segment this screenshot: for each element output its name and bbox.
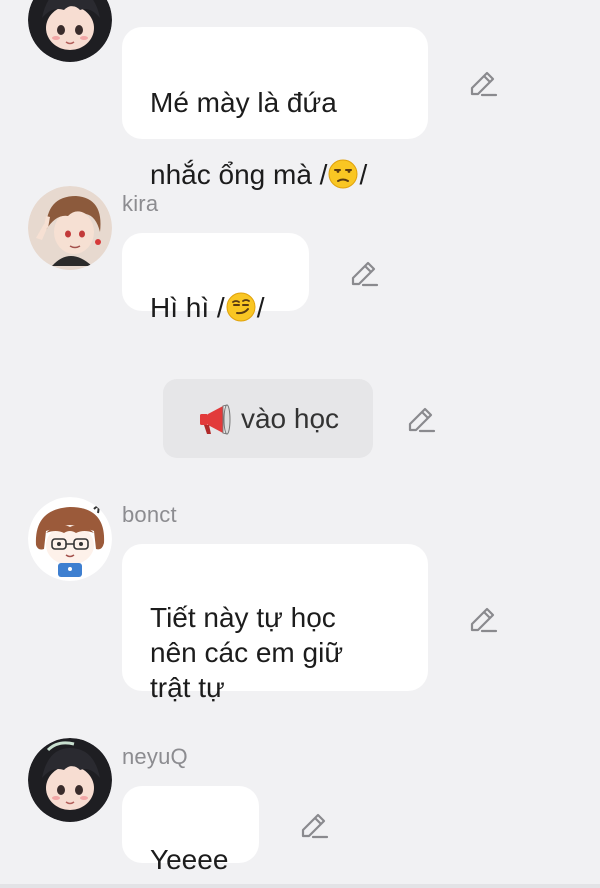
message-text-line-1: Mé mày là đứa — [150, 87, 337, 118]
pencil-edit-icon[interactable] — [349, 258, 379, 288]
message-text-line-2: nhắc ổng mà / — [150, 159, 328, 190]
sender-name: bonct — [122, 502, 177, 527]
megaphone-icon — [199, 403, 231, 435]
message-bubble[interactable]: Mé mày là đứa nhắc ổng mà / / — [122, 27, 428, 190]
pencil-edit-icon[interactable] — [299, 810, 329, 840]
smirking-face-icon — [226, 292, 256, 322]
system-notice[interactable]: vào học — [163, 379, 373, 458]
message-bubble[interactable]: Yeeee — [122, 786, 259, 875]
pencil-edit-icon[interactable] — [468, 604, 498, 634]
message-bubble[interactable]: Hì hì / / — [122, 233, 309, 323]
avatar[interactable] — [28, 738, 112, 822]
avatar[interactable] — [28, 0, 112, 62]
avatar[interactable] — [28, 497, 112, 581]
sender-name: kira — [122, 191, 159, 216]
message-text: Hì hì / — [150, 292, 225, 323]
pencil-edit-icon[interactable] — [406, 404, 436, 434]
message-text: Yeeee — [150, 844, 229, 875]
avatar[interactable] — [28, 186, 112, 270]
message-bubble[interactable]: Tiết này tự học nên các em giữ trật tự — [122, 544, 428, 703]
notice-text: vào học — [240, 402, 340, 434]
chat-thread: Mé mày là đứa nhắc ổng mà / / kira Hì hì … — [0, 0, 600, 888]
sender-name: neyuQ — [122, 744, 188, 769]
message-text-suffix: / — [256, 292, 265, 323]
message-text: Tiết này tự học nên các em giữ trật tự — [150, 602, 344, 703]
divider — [0, 884, 600, 888]
message-text-suffix: / — [359, 159, 368, 190]
pencil-edit-icon[interactable] — [468, 68, 498, 98]
unamused-face-icon — [328, 159, 358, 189]
